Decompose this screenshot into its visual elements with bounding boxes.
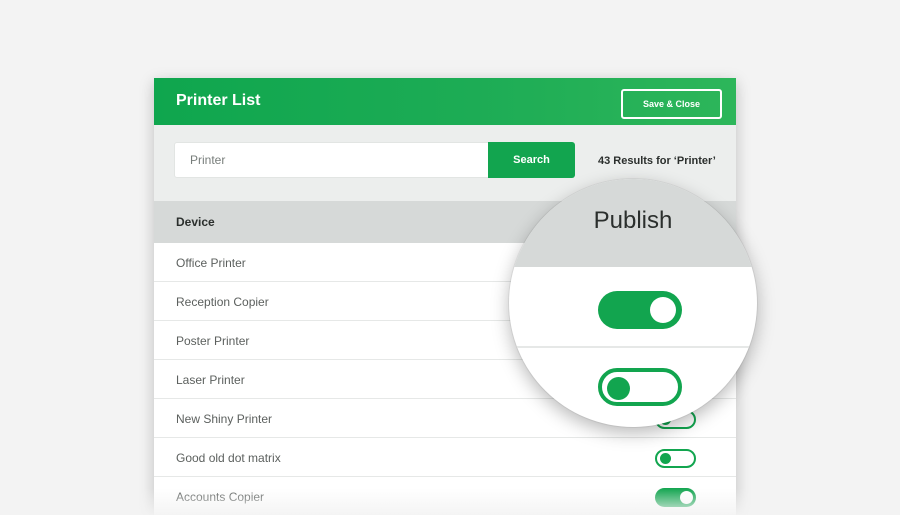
page-title: Printer List xyxy=(176,92,261,109)
device-name: Accounts Copier xyxy=(176,490,265,504)
magnified-table-header: Publish xyxy=(509,179,757,267)
device-name: Laser Printer xyxy=(176,373,245,387)
row-divider xyxy=(509,346,757,348)
search-button[interactable]: Search xyxy=(488,142,575,178)
column-header-device: Device xyxy=(176,215,215,229)
save-close-button[interactable]: Save & Close xyxy=(621,89,722,119)
device-name: New Shiny Printer xyxy=(176,412,273,426)
panel-header: Printer List Save & Close xyxy=(154,78,736,125)
publish-toggle[interactable] xyxy=(655,449,696,468)
search-input[interactable] xyxy=(174,142,489,178)
device-name: Office Printer xyxy=(176,256,246,270)
toggle-knob xyxy=(660,453,671,464)
screen: Printer List Save & Close Search 43 Resu… xyxy=(0,0,900,515)
device-name: Good old dot matrix xyxy=(176,451,281,465)
column-header-publish: Publish xyxy=(593,207,673,234)
magnifier-lens: Publish xyxy=(509,179,757,427)
publish-toggle[interactable] xyxy=(655,488,696,507)
magnified-publish-toggle[interactable] xyxy=(598,368,682,406)
table-row: Accounts Copier xyxy=(154,477,736,515)
device-name: Poster Printer xyxy=(176,334,250,348)
results-count: 43 Results for ‘Printer’ xyxy=(598,155,716,167)
table-row: Good old dot matrix xyxy=(154,438,736,477)
magnified-publish-toggle[interactable] xyxy=(598,291,682,329)
toggle-knob xyxy=(650,297,676,323)
device-name: Reception Copier xyxy=(176,295,269,309)
toggle-knob xyxy=(607,377,630,400)
toggle-knob xyxy=(680,491,693,504)
